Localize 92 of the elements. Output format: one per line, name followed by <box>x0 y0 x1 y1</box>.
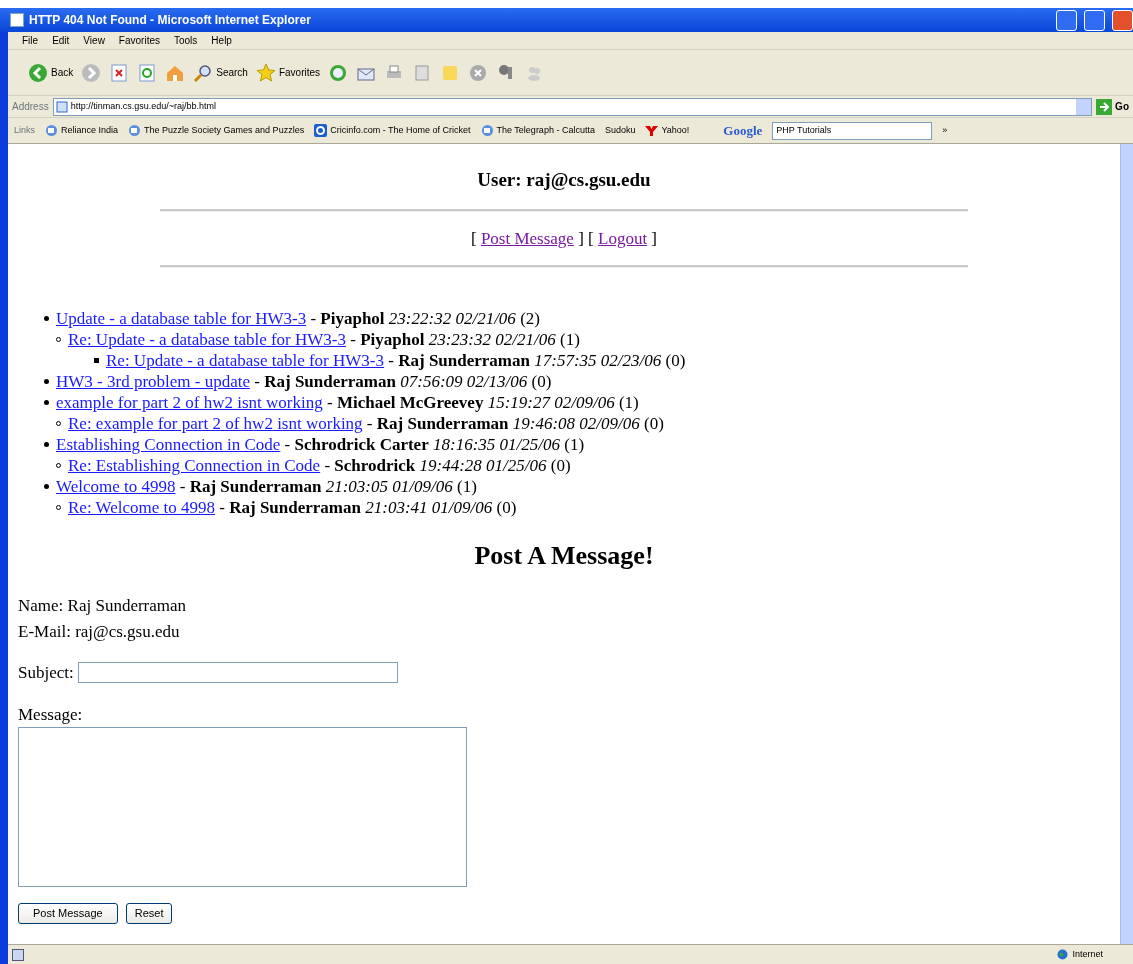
link-item[interactable]: Sudoku <box>604 123 636 138</box>
address-text: http://tinman.cs.gsu.edu/~raj/bb.html <box>70 99 216 113</box>
name-text: Name: Raj Sunderraman <box>18 595 188 618</box>
post-details: - Schrodrick 19:44:28 01/25/06 (0) <box>323 456 571 475</box>
post-details: - Raj Sunderraman 07:56:09 02/13/06 (0) <box>253 372 552 391</box>
bullet-icon <box>44 484 49 490</box>
stop-button[interactable] <box>109 62 130 83</box>
reset-button[interactable]: Reset <box>125 903 173 925</box>
google-label: Google <box>723 121 763 140</box>
menu-item[interactable]: Edit <box>52 33 70 48</box>
thread-link[interactable]: Welcome to 4998 <box>56 477 176 496</box>
globe-icon <box>1057 949 1069 960</box>
post-message-button[interactable]: Post Message <box>18 903 118 925</box>
y-logo-icon <box>645 125 659 136</box>
ie-page-icon <box>10 13 24 27</box>
bullet-icon <box>44 316 49 322</box>
close-button[interactable] <box>1112 9 1133 31</box>
google-search-field[interactable]: PHP Tutorials <box>772 121 933 140</box>
thread-link[interactable]: Re: Welcome to 4998 <box>68 498 216 517</box>
message-label: Message: <box>18 703 84 726</box>
refresh-icon <box>137 62 158 83</box>
forward-icon <box>81 62 102 83</box>
menu-item[interactable]: File <box>22 33 39 48</box>
thread-link[interactable]: Re: Update - a database table for HW3-3 <box>68 330 347 349</box>
thread-link[interactable]: HW3 - 3rd problem - update <box>56 372 251 391</box>
bracket-text: [ <box>470 228 477 248</box>
more-links-button[interactable]: » <box>942 123 948 138</box>
post-details: - Raj Sunderraman 19:46:08 02/09/06 (0) <box>365 414 664 433</box>
link-item[interactable]: Yahoo! <box>645 123 690 138</box>
bullet-icon <box>44 379 49 385</box>
search-icon <box>193 62 214 83</box>
post-details: - Piyaphol 23:22:32 02/21/06 (2) <box>309 309 540 328</box>
post-details: - Schrodrick Carter 18:16:35 01/25/06 (1) <box>283 435 585 454</box>
menu-item[interactable]: Tools <box>174 33 198 48</box>
menu-item[interactable]: Favorites <box>118 33 160 48</box>
bullet-icon <box>94 358 99 364</box>
circle-x-icon <box>468 62 489 83</box>
subject-field[interactable] <box>77 662 398 684</box>
maximize-button[interactable] <box>1084 9 1105 31</box>
page-icon <box>55 100 68 113</box>
form-heading: Post A Message! <box>473 540 655 572</box>
thread-link[interactable]: Re: Establishing Connection in Code <box>68 456 321 475</box>
nav-link[interactable]: Logout <box>598 228 648 248</box>
thread-link[interactable]: example for part 2 of hw2 isnt working <box>56 393 323 412</box>
star-icon <box>255 62 276 83</box>
post-details: - Michael McGreevey 15:19:27 02/09/06 (1) <box>326 393 639 412</box>
menu-item[interactable]: View <box>83 33 105 48</box>
forward-button[interactable] <box>81 62 102 83</box>
page-icon <box>480 124 494 137</box>
post-details: - Raj Sunderraman 21:03:41 01/09/06 (0) <box>218 498 517 517</box>
bullet-icon <box>44 442 49 448</box>
post-details: - Piyaphol 23:23:32 02/21/06 (1) <box>349 330 580 349</box>
minimize-button[interactable] <box>1056 9 1077 31</box>
bullet-icon <box>44 400 49 406</box>
history-icon <box>328 62 349 83</box>
post-details: - Raj Sunderraman 17:57:35 02/23/06 (0) <box>387 351 686 370</box>
search-button[interactable]: Search <box>193 62 248 83</box>
page-icon <box>45 124 58 137</box>
address-label: Address <box>12 100 49 114</box>
thread-link[interactable]: Update - a database table for HW3-3 <box>56 309 307 328</box>
link-item[interactable]: Cricinfo.com - The Home of Cricket <box>314 123 471 138</box>
link-item[interactable]: The Puzzle Society Games and Puzzles <box>128 123 305 138</box>
post-details: - Raj Sunderraman 21:03:05 01/09/06 (1) <box>178 477 477 496</box>
back-icon <box>28 62 48 83</box>
back-button[interactable]: Back <box>28 62 74 83</box>
scrollbar[interactable] <box>1120 144 1133 944</box>
page-status-icon <box>12 948 24 961</box>
nav-link[interactable]: Post Message <box>480 228 574 248</box>
page-icon <box>128 124 142 137</box>
zone-label: Internet <box>1072 947 1103 961</box>
stop-icon <box>109 62 130 83</box>
bracket-text: [ <box>588 228 594 248</box>
link-item[interactable]: Reliance India <box>45 123 119 138</box>
refresh-button[interactable] <box>137 62 158 83</box>
bracket-text: ] <box>651 228 658 248</box>
links-label: Links <box>14 123 35 137</box>
menu-item[interactable]: Help <box>211 33 232 48</box>
thread-link[interactable]: Establishing Connection in Code <box>56 435 281 454</box>
user-heading: User: raj@cs.gsu.edu <box>476 168 652 192</box>
bracket-text: ] <box>578 228 584 248</box>
window-title: HTTP 404 Not Found - Microsoft Internet Explorer <box>29 12 312 29</box>
link-item[interactable]: The Telegraph - Calcutta <box>480 123 595 138</box>
favorites-button[interactable]: Favorites <box>255 62 321 83</box>
thread-link[interactable]: Re: Update - a database table for HW3-3 <box>106 351 385 370</box>
address-field[interactable]: http://tinman.cs.gsu.edu/~raj/bb.html <box>52 97 1093 116</box>
subject-label: Subject: <box>18 662 74 685</box>
message-field[interactable] <box>18 727 467 888</box>
block-button[interactable] <box>468 62 489 83</box>
history-button[interactable] <box>328 62 349 83</box>
email-text: E-Mail: raj@cs.gsu.edu <box>18 620 181 643</box>
thread-link[interactable]: Re: example for part 2 of hw2 isnt working <box>68 414 363 433</box>
circle-logo-icon <box>314 124 328 137</box>
